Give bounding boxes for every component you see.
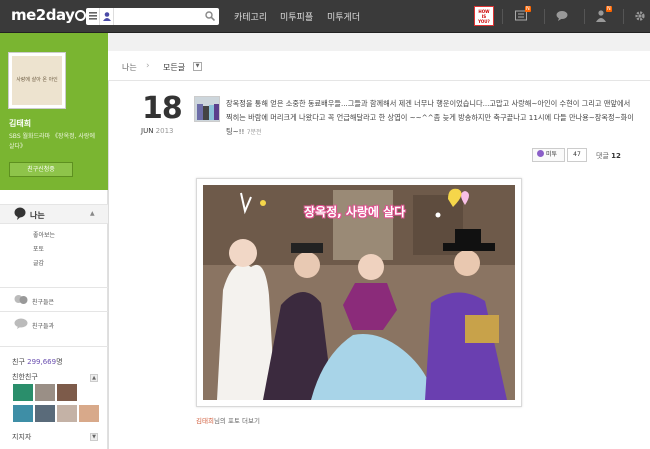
friend-avatar[interactable] [13, 384, 33, 401]
friend-request-button[interactable]: 친구신청중 [9, 162, 73, 177]
supporters-label: 지지자 [12, 433, 32, 441]
nav-metoo-people[interactable]: 미투피플 [280, 10, 313, 23]
search-box[interactable] [86, 8, 219, 25]
friend-count[interactable]: 친구 299,669명 [12, 357, 63, 367]
friends-chat-icon [14, 318, 28, 329]
profile-avatar[interactable]: 사랑에 살아 온 아인 [8, 52, 66, 109]
friend-avatar[interactable] [57, 405, 77, 422]
post-author-avatar[interactable] [194, 96, 220, 122]
photo-overlay-title: 장옥정, 사랑에 살다 [304, 205, 406, 219]
profile-name[interactable]: 김태희 [9, 118, 31, 129]
divider [544, 9, 545, 24]
person-icon[interactable] [100, 8, 114, 25]
sidebar-sub-item[interactable]: 포토 [33, 244, 44, 253]
divider [584, 9, 585, 24]
chevron-right-icon: › [146, 61, 150, 71]
nav-metoo-gather[interactable]: 미투게더 [327, 10, 360, 23]
post-day: 18 [142, 91, 183, 126]
scroll-up-button[interactable]: ▲ [90, 374, 98, 382]
friend-avatar[interactable] [57, 384, 77, 401]
divider [0, 346, 108, 347]
sidebar-item-with-friends[interactable]: 친구들과 [32, 321, 54, 330]
gear-icon[interactable] [634, 10, 646, 22]
list-icon[interactable] [86, 8, 100, 25]
friend-avatar[interactable] [79, 405, 99, 422]
sidebar-item-friends-said[interactable]: 친구들은 [32, 297, 54, 306]
metoo-count[interactable]: 47 [567, 148, 587, 162]
notice-count-badge: N [525, 6, 531, 12]
divider [0, 287, 108, 288]
divider [623, 9, 624, 24]
metoo-icon [537, 150, 544, 157]
breadcrumb [108, 51, 650, 81]
filter-dropdown-button[interactable]: ▼ [193, 62, 202, 71]
friend-avatar[interactable] [13, 405, 33, 422]
breadcrumb-current: 모든글 [163, 63, 186, 72]
avatar-caption: 사랑에 살아 온 아인 [12, 56, 62, 105]
profile-description: SBS 월화드라마 《장옥정, 사랑에 살다》 [9, 133, 95, 150]
speech-bubble-icon [14, 207, 26, 220]
sidebar-sub-item[interactable]: 글감 [33, 258, 44, 267]
search-icon[interactable] [205, 11, 215, 21]
close-friends-label: 친한친구 [12, 373, 38, 381]
sidebar-item-label: 나는 [30, 211, 45, 220]
post-time[interactable]: 7분전 [247, 129, 262, 136]
photo-more-link[interactable]: 김태희님의 포토 더보기 [196, 415, 260, 425]
metoo-button[interactable]: 미투 [532, 148, 565, 162]
post-month-year: JUN 2013 [141, 127, 174, 135]
me2day-logo[interactable]: me2day [11, 6, 87, 24]
post-body: 장옥정을 통해 얻은 소중한 동료배우들...그들과 함께해서 제겐 너무나 행… [226, 99, 634, 136]
friends-bubble-icon [14, 295, 28, 304]
chat-icon[interactable] [556, 10, 569, 22]
reply-count[interactable]: 댓글 12 [596, 151, 621, 161]
chevron-down-icon[interactable]: ▼ [90, 433, 98, 441]
friend-avatar[interactable] [35, 405, 55, 422]
friend-avatar[interactable] [35, 384, 55, 401]
chevron-up-icon[interactable]: ▲ [90, 210, 95, 217]
divider [502, 9, 503, 24]
nav-category[interactable]: 카테고리 [234, 10, 267, 23]
sidebar-sub-item[interactable]: 좋아보는 [33, 230, 55, 239]
divider [0, 311, 108, 312]
friends-count-badge: N [606, 6, 612, 12]
event-banner[interactable]: HOW IS YOU? [474, 6, 494, 26]
breadcrumb-home[interactable]: 나는 [122, 62, 137, 73]
